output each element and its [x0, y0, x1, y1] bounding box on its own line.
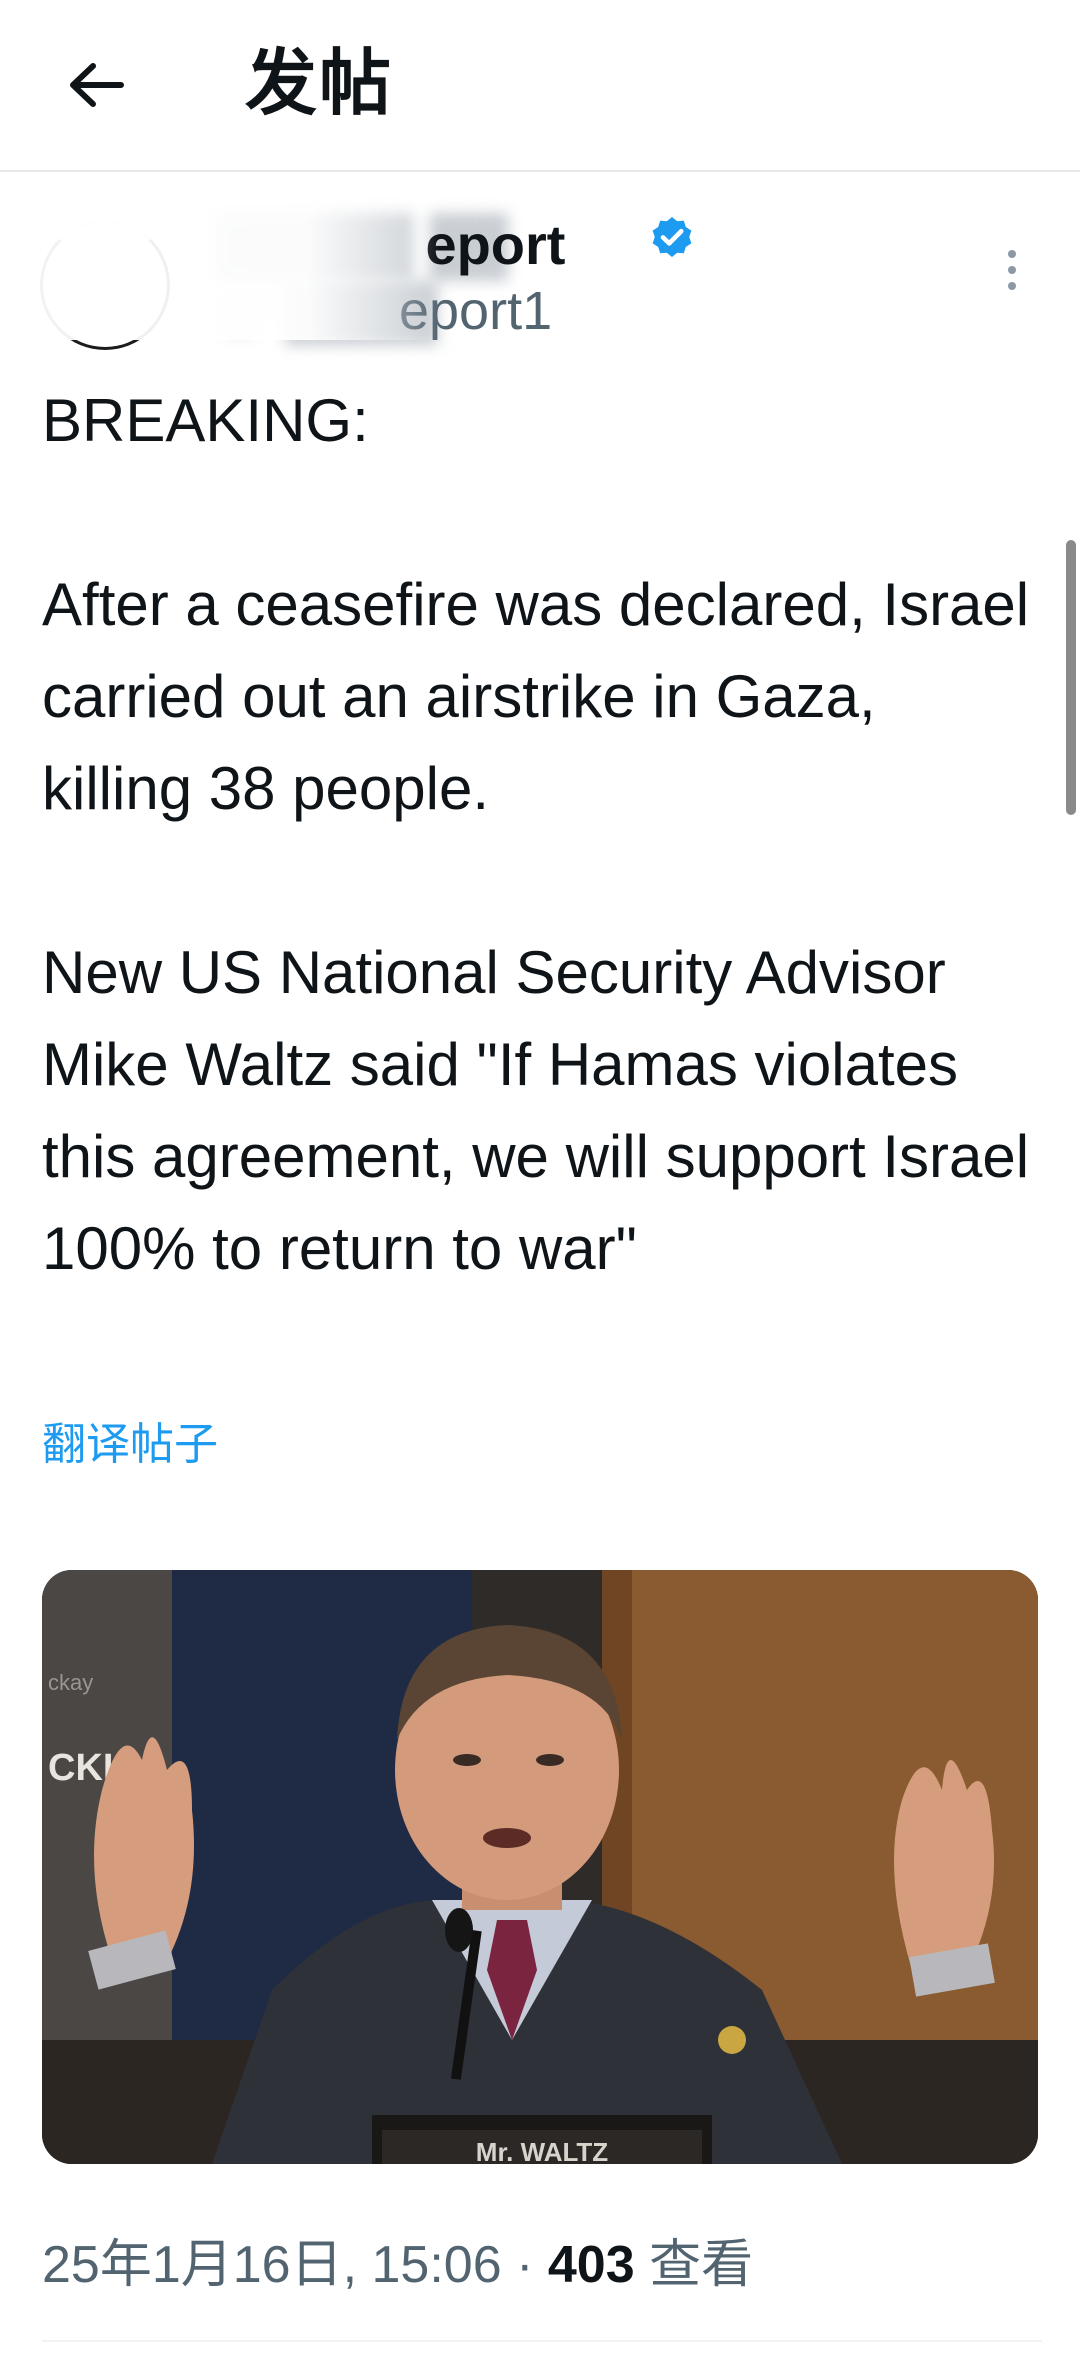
views-count[interactable]: 403 — [548, 2236, 635, 2294]
tweet-meta: 25年1月16日, 15:06 · 403 查看 — [42, 2230, 753, 2300]
page-title: 发帖 — [245, 41, 394, 125]
verified-badge-icon — [652, 217, 692, 257]
top-app-bar: 发帖 — [0, 0, 1080, 172]
translate-post-link[interactable]: 翻译帖子 — [42, 1415, 218, 1475]
name-placard-text: Mr. WALTZ — [476, 2137, 609, 2164]
tweet-text: BREAKING: After a ceasefire was declared… — [42, 387, 1030, 1282]
arrow-left-icon — [70, 63, 124, 107]
tweet-timestamp[interactable]: 25年1月16日, 15:06 — [42, 2236, 502, 2294]
divider — [42, 2340, 1042, 2342]
privacy-blur-overlay — [0, 190, 440, 340]
views-label: 查看 — [649, 2236, 754, 2294]
scrollbar-thumb[interactable] — [1066, 540, 1076, 815]
back-button[interactable] — [50, 40, 140, 130]
photo-image: ckay CKI Mr. WALTZ — [42, 1570, 1038, 2164]
more-dot-icon — [1008, 250, 1016, 258]
svg-text:ckay: ckay — [48, 1670, 93, 1695]
more-options-button[interactable] — [990, 240, 1034, 300]
more-dot-icon — [1008, 282, 1016, 290]
tweet-media-photo[interactable]: ckay CKI Mr. WALTZ — [42, 1570, 1038, 2164]
svg-text:CKI: CKI — [48, 1747, 113, 1789]
meta-separator: · — [516, 2236, 534, 2294]
more-dot-icon — [1008, 266, 1016, 274]
